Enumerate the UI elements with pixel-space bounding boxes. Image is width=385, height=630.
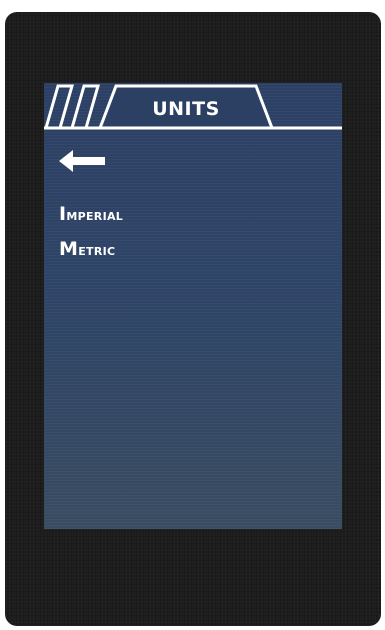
page-title: UNITS [152, 98, 220, 120]
device-bezel: UNITS Imperial Metric [5, 12, 381, 626]
back-button[interactable] [59, 150, 105, 172]
option-imperial[interactable]: Imperial [59, 203, 123, 225]
option-metric[interactable]: Metric [59, 238, 115, 260]
left-arrow-icon [59, 150, 105, 172]
screen: UNITS Imperial Metric [44, 83, 342, 529]
